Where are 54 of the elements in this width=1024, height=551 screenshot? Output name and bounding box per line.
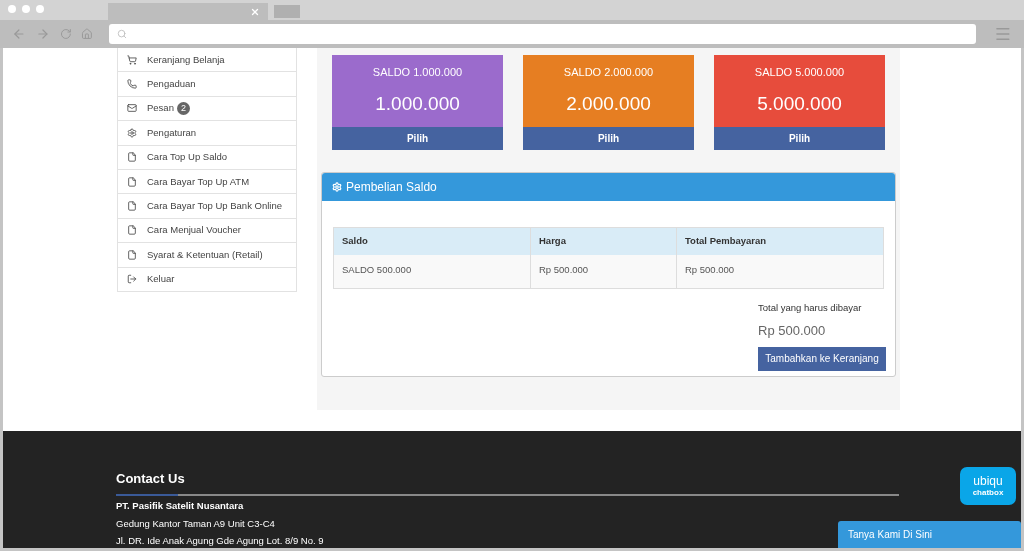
file-icon bbox=[127, 152, 137, 163]
close-icon bbox=[250, 6, 260, 17]
table-cell: Rp 500.000 bbox=[530, 255, 676, 288]
logo-text: chatbox bbox=[972, 487, 1004, 497]
sidebar-item[interactable]: Syarat & Ketentuan (Retail) bbox=[117, 242, 297, 268]
footer-heading: Contact Us bbox=[116, 469, 185, 488]
address-line: Jl. DR. Ide Anak Agung Gde Agung Lot. 8/9 No. 9 bbox=[116, 533, 324, 548]
envelope-icon bbox=[127, 103, 137, 114]
count-badge: 2 bbox=[176, 101, 190, 115]
phone-icon bbox=[127, 79, 137, 90]
browser-tab[interactable] bbox=[108, 3, 268, 20]
settings-icon bbox=[332, 182, 342, 192]
total-amount: Rp 500.000 bbox=[758, 322, 826, 341]
card-title: SALDO 1.000.000 bbox=[371, 65, 464, 80]
menu-icon[interactable] bbox=[994, 25, 1012, 43]
home-icon[interactable] bbox=[81, 28, 94, 40]
total-label: Total yang harus dibayar bbox=[758, 301, 862, 315]
select-button[interactable]: Pilih bbox=[714, 127, 885, 150]
sidebar-item[interactable]: Cara Bayar Top Up Bank Online bbox=[117, 193, 297, 219]
card-amount: 2.000.000 bbox=[565, 91, 652, 116]
add-to-cart-button[interactable]: Tambahkan ke Keranjang bbox=[758, 346, 886, 371]
select-button[interactable]: Pilih bbox=[332, 127, 503, 150]
cart-icon bbox=[127, 54, 137, 65]
select-button[interactable]: Pilih bbox=[523, 127, 694, 150]
address-line: Gedung Kantor Taman A9 Unit C3-C4 bbox=[116, 516, 275, 531]
sidebar-item[interactable]: Keranjang Belanja bbox=[117, 48, 297, 73]
file-icon bbox=[127, 176, 137, 187]
settings-icon bbox=[127, 127, 137, 138]
card-title: SALDO 2.000.000 bbox=[562, 65, 655, 80]
panel-title: Pembelian Saldo bbox=[346, 179, 437, 196]
sidebar-item[interactable]: Cara Bayar Top Up ATM bbox=[117, 168, 297, 195]
file-icon bbox=[127, 249, 137, 260]
file-icon bbox=[127, 225, 137, 236]
logout-icon bbox=[127, 274, 137, 285]
logo-text: ubiqu bbox=[973, 474, 1003, 488]
sidebar-item[interactable]: Pesan 2 bbox=[117, 95, 297, 122]
new-tab[interactable] bbox=[274, 5, 300, 18]
file-icon bbox=[127, 201, 137, 212]
sidebar-item[interactable]: Pengaturan bbox=[117, 120, 297, 146]
table-cell-text: SALDO 500.000 bbox=[341, 263, 413, 277]
card-title: SALDO 5.000.000 bbox=[753, 65, 846, 80]
sidebar-item[interactable]: Pengaduan bbox=[117, 71, 297, 97]
card-amount: 5.000.000 bbox=[756, 91, 843, 116]
reload-icon[interactable] bbox=[59, 28, 72, 40]
table-cell: Rp 500.000 bbox=[676, 255, 883, 288]
search-icon bbox=[117, 29, 128, 39]
column-header: Saldo bbox=[341, 234, 369, 249]
card-amount: 1.000.000 bbox=[374, 91, 461, 116]
sidebar-item[interactable]: Keluar bbox=[117, 266, 297, 292]
sidebar-item[interactable]: Cara Top Up Saldo bbox=[117, 144, 297, 170]
address-line: PT. Pasifik Satelit Nusantara bbox=[116, 499, 244, 514]
back-icon[interactable] bbox=[12, 27, 26, 41]
forward-icon[interactable] bbox=[35, 27, 50, 41]
sidebar-item[interactable]: Cara Menjual Voucher bbox=[117, 217, 297, 244]
